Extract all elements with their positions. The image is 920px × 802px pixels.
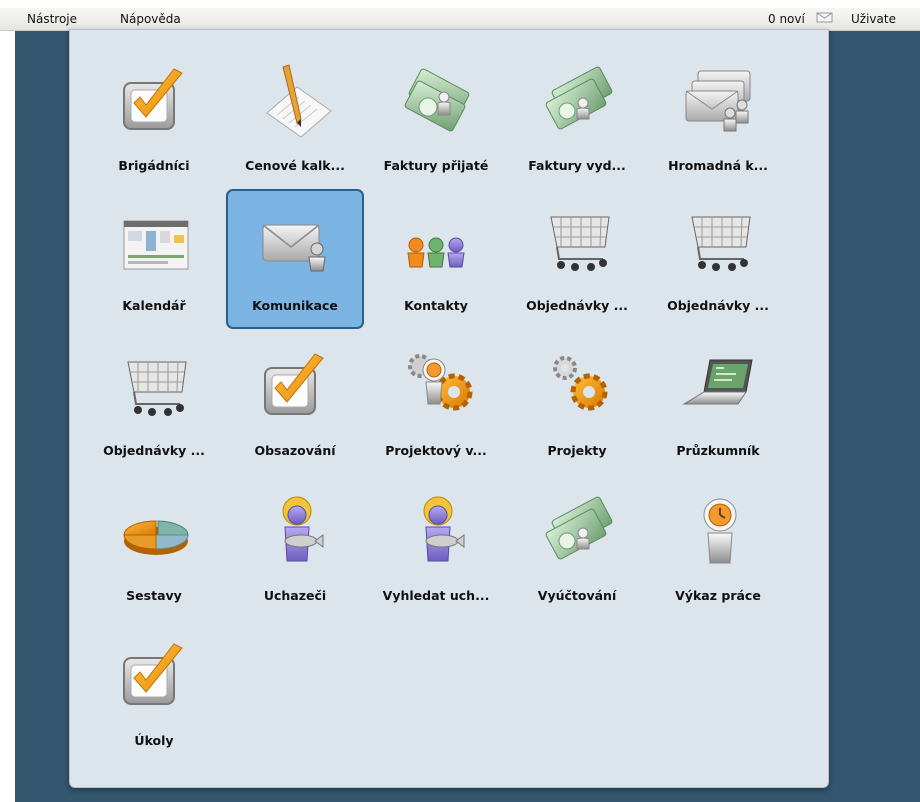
pie-chart-icon <box>123 520 189 555</box>
shopping-cart-icon <box>691 216 751 271</box>
tile-label: Objednávky ... <box>667 298 769 313</box>
tile-label: Uchazeči <box>263 588 327 603</box>
money-bills-icon <box>545 66 613 130</box>
tile-label: Objednávky ... <box>103 443 205 458</box>
tile-label: Objednávky ... <box>526 298 628 313</box>
tile-label: Faktury vyd... <box>528 158 626 173</box>
app-tile-vyhledat-uchazece[interactable]: Vyhledat uch... <box>367 479 505 619</box>
app-tile-ukoly[interactable]: Úkoly <box>85 624 223 764</box>
app-tile-faktury-prijate[interactable]: Faktury přijaté <box>367 49 505 189</box>
clock-person-icon <box>703 498 737 564</box>
calendar-screenshot-icon <box>123 220 189 270</box>
tile-label: Kontakty <box>404 298 468 313</box>
tile-label: Vyhledat uch... <box>382 588 490 603</box>
app-tile-vykaz-prace[interactable]: Výkaz práce <box>649 479 787 619</box>
gears-icon <box>553 356 608 411</box>
app-tile-objednavky-2[interactable]: Objednávky ... <box>649 189 787 329</box>
money-bills-person-icon <box>404 68 470 132</box>
people-group-icon <box>407 237 465 268</box>
menu-tools[interactable]: Nástroje <box>27 12 77 26</box>
app-tile-faktury-vydane[interactable]: Faktury vyd... <box>508 49 646 189</box>
tile-label: Sestavy <box>126 588 182 603</box>
app-tile-brigadnici[interactable]: Brigádníci <box>85 49 223 189</box>
app-tile-kontakty[interactable]: Kontakty <box>367 189 505 329</box>
tile-label: Vyúčtování <box>537 588 617 603</box>
envelopes-people-icon <box>685 70 751 132</box>
app-tile-objednavky-3[interactable]: Objednávky ... <box>85 334 223 474</box>
tile-label: Kalendář <box>122 298 186 313</box>
tile-label: Hromadná k... <box>668 158 768 173</box>
new-messages-count[interactable]: 0 noví <box>768 12 805 26</box>
shopping-cart-icon <box>127 361 187 416</box>
user-menu[interactable]: Uživate <box>851 12 896 26</box>
tile-label: Průzkumník <box>676 443 760 458</box>
app-tile-kalendar[interactable]: Kalendář <box>85 189 223 329</box>
laptop-icon <box>682 359 753 405</box>
tile-label: Cenové kalk... <box>245 158 345 173</box>
person-with-fish-icon <box>282 496 324 562</box>
menu-bar: Nástroje Nápověda 0 noví Uživate <box>0 8 920 31</box>
tile-label: Výkaz práce <box>675 588 761 603</box>
app-tile-obsazovani[interactable]: Obsazování <box>226 334 364 474</box>
gears-clock-person-icon <box>408 354 473 411</box>
tile-label: Obsazování <box>254 443 336 458</box>
checkbox-check-icon <box>123 643 183 705</box>
application-launcher-panel: Brigádníci Cenové kalk... Faktury přijat… <box>69 29 829 788</box>
app-tile-uchazeci[interactable]: Uchazeči <box>226 479 364 619</box>
checkbox-check-icon <box>123 68 183 130</box>
document-pen-icon <box>266 64 332 138</box>
tile-label: Komunikace <box>252 298 338 313</box>
app-tile-sestavy[interactable]: Sestavy <box>85 479 223 619</box>
tile-label: Projektový v... <box>385 443 487 458</box>
person-with-fish-icon <box>423 496 465 562</box>
app-tile-projektovy-vykaz[interactable]: Projektový v... <box>367 334 505 474</box>
shopping-cart-icon <box>550 216 610 271</box>
app-tile-hromadna-korespondence[interactable]: Hromadná k... <box>649 49 787 189</box>
tile-label: Brigádníci <box>118 158 190 173</box>
money-bills-icon <box>545 496 613 560</box>
app-tile-objednavky-1[interactable]: Objednávky ... <box>508 189 646 329</box>
tile-label: Úkoly <box>134 733 174 748</box>
app-tile-komunikace[interactable]: Komunikace <box>226 189 364 329</box>
menu-help[interactable]: Nápověda <box>120 12 181 26</box>
checkbox-check-icon <box>264 353 324 415</box>
envelope-person-icon <box>262 224 326 272</box>
app-tile-projekty[interactable]: Projekty <box>508 334 646 474</box>
app-tile-pruzkumnik[interactable]: Průzkumník <box>649 334 787 474</box>
app-tile-vyuctovani[interactable]: Vyúčtování <box>508 479 646 619</box>
envelope-icon[interactable] <box>816 11 833 23</box>
tile-label: Projekty <box>547 443 607 458</box>
app-tile-cenove-kalkulace[interactable]: Cenové kalk... <box>226 49 364 189</box>
tile-label: Faktury přijaté <box>383 158 489 173</box>
